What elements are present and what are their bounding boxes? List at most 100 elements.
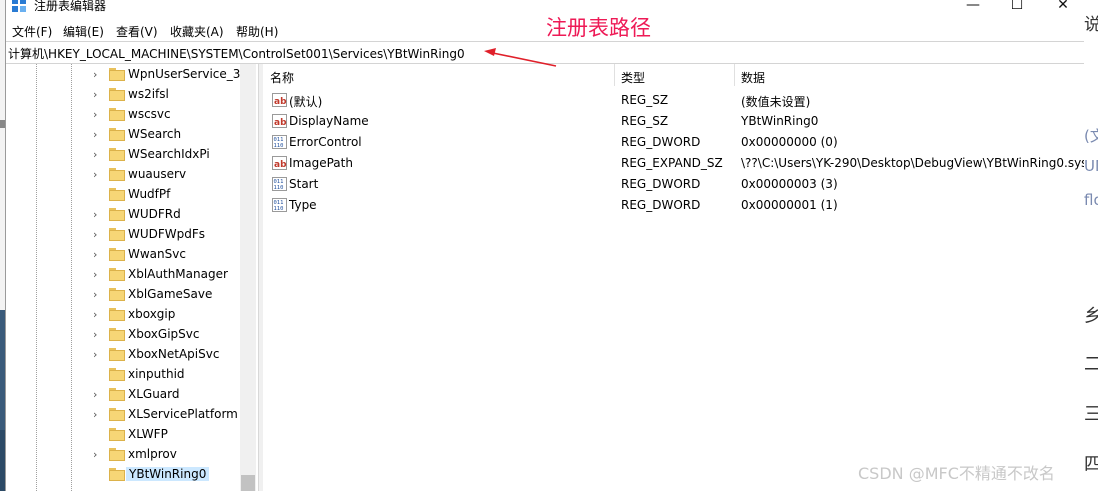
tree-item[interactable]: › XboxNetApiSvc bbox=[93, 345, 253, 365]
value-row[interactable]: 011 110 Type REG_DWORD 0x00000001 (1) bbox=[263, 195, 1084, 216]
svg-text:ab: ab bbox=[274, 118, 287, 128]
tree-item[interactable]: › WUDFWpdFs bbox=[93, 225, 253, 245]
path-annotation: 注册表路径 bbox=[546, 16, 651, 40]
folder-icon bbox=[109, 368, 125, 381]
value-row[interactable]: 011 110 Start REG_DWORD 0x00000003 (3) bbox=[263, 174, 1084, 195]
tree-item-label: WpnUserService_3f bbox=[128, 67, 245, 81]
expand-chevron-icon[interactable]: › bbox=[93, 449, 103, 461]
expand-chevron-icon[interactable]: › bbox=[93, 229, 103, 241]
column-header-name[interactable]: 名称 bbox=[270, 69, 294, 91]
window-title: 注册表编辑器 bbox=[34, 0, 107, 13]
expand-chevron-icon[interactable]: › bbox=[93, 89, 103, 101]
value-row[interactable]: 011 110 ErrorControl REG_DWORD 0x00000000 (0… bbox=[263, 132, 1084, 153]
value-type: REG_DWORD bbox=[621, 198, 701, 212]
tree-item[interactable]: › WUDFRd bbox=[93, 205, 253, 225]
tree-item[interactable]: › XblAuthManager bbox=[93, 265, 253, 285]
tree-item[interactable]: › XLServicePlatform bbox=[93, 405, 253, 425]
dword-value-icon: 011 110 bbox=[272, 198, 287, 212]
background-text: 三 bbox=[1084, 404, 1098, 425]
tree-scrollbar-thumb[interactable] bbox=[241, 475, 255, 491]
tree-item[interactable]: xinputhid bbox=[93, 365, 253, 385]
folder-icon bbox=[109, 308, 125, 321]
menu-view[interactable]: 查看(V) bbox=[116, 23, 158, 40]
tree-item[interactable]: › ws2ifsl bbox=[93, 85, 253, 105]
tree-scrollbar[interactable] bbox=[240, 64, 256, 491]
expand-chevron-icon[interactable]: › bbox=[93, 409, 103, 421]
expand-chevron-icon[interactable]: › bbox=[93, 349, 103, 361]
expand-chevron-icon[interactable]: › bbox=[93, 169, 103, 181]
expand-chevron-icon[interactable]: › bbox=[93, 209, 103, 221]
expand-chevron-icon[interactable]: › bbox=[93, 249, 103, 261]
value-type: REG_DWORD bbox=[621, 177, 701, 191]
tree-item[interactable]: › XboxGipSvc bbox=[93, 325, 253, 345]
dword-value-icon: 011 110 bbox=[272, 135, 287, 149]
annotation-arrow bbox=[484, 48, 557, 67]
tree-item-label: XblGameSave bbox=[128, 287, 213, 301]
expand-chevron-icon[interactable]: › bbox=[93, 389, 103, 401]
expand-chevron-icon[interactable]: › bbox=[93, 149, 103, 161]
menu-favorites[interactable]: 收藏夹(A) bbox=[170, 23, 224, 40]
address-path[interactable]: 计算机\HKEY_LOCAL_MACHINE\SYSTEM\ControlSet… bbox=[8, 45, 465, 62]
folder-icon bbox=[109, 208, 125, 221]
expand-chevron-icon[interactable]: › bbox=[93, 289, 103, 301]
tree-item[interactable]: › wscsvc bbox=[93, 105, 253, 125]
maximize-button[interactable]: ☐ bbox=[994, 0, 1040, 15]
svg-text:110: 110 bbox=[274, 206, 284, 212]
folder-icon bbox=[109, 148, 125, 161]
column-header-type[interactable]: 类型 bbox=[621, 69, 645, 91]
menu-file[interactable]: 文件(F) bbox=[12, 23, 52, 40]
folder-icon bbox=[109, 268, 125, 281]
dword-value-icon: 011 110 bbox=[272, 177, 287, 191]
value-data: 0x00000000 (0) bbox=[741, 135, 838, 149]
tree-item[interactable]: › XLGuard bbox=[93, 385, 253, 405]
value-name: DisplayName bbox=[289, 114, 369, 128]
tree-item[interactable]: WudfPf bbox=[93, 185, 253, 205]
svg-text:110: 110 bbox=[274, 185, 284, 191]
expand-chevron-icon[interactable]: › bbox=[93, 329, 103, 341]
expand-chevron-icon[interactable]: › bbox=[93, 129, 103, 141]
value-row[interactable]: ab ImagePath REG_EXPAND_SZ \??\C:\Users\YK-… bbox=[263, 153, 1088, 174]
tree-item[interactable]: › wuauserv bbox=[93, 165, 253, 185]
menu-edit[interactable]: 编辑(E) bbox=[63, 23, 104, 40]
tree-item[interactable]: › xboxgip bbox=[93, 305, 253, 325]
folder-icon bbox=[109, 228, 125, 241]
value-data: (数值未设置) bbox=[741, 95, 811, 109]
minimize-button[interactable]: — bbox=[950, 0, 996, 15]
tree-item[interactable]: › WSearchIdxPi bbox=[93, 145, 253, 165]
tree-item[interactable]: › XblGameSave bbox=[93, 285, 253, 305]
value-name: Start bbox=[289, 177, 319, 191]
column-header-data[interactable]: 数据 bbox=[741, 69, 765, 91]
background-page-edge: 说 (文 UM flo 乡 二 三 四 bbox=[1084, 0, 1098, 491]
tree-item[interactable]: › WwanSvc bbox=[93, 245, 253, 265]
expand-chevron-icon[interactable]: › bbox=[93, 69, 103, 81]
svg-text:110: 110 bbox=[274, 143, 284, 149]
tree-item[interactable]: › WpnUserService_3f bbox=[93, 65, 253, 85]
folder-icon bbox=[109, 108, 125, 121]
tree-item-label: XboxGipSvc bbox=[128, 327, 200, 341]
key-tree: › WpnUserService_3f › ws2ifsl › wscsvc › WSearc… bbox=[6, 64, 258, 491]
background-text: flo bbox=[1084, 191, 1098, 209]
menu-help[interactable]: 帮助(H) bbox=[236, 23, 278, 40]
folder-icon bbox=[109, 448, 125, 461]
tree-item-label: WwanSvc bbox=[128, 247, 186, 261]
expand-chevron-icon[interactable]: › bbox=[93, 269, 103, 281]
tree-item[interactable]: YBtWinRing0 bbox=[93, 465, 253, 485]
value-type: REG_EXPAND_SZ bbox=[621, 156, 723, 170]
title-bar: 注册表编辑器 — ☐ ✕ bbox=[6, 0, 1084, 20]
close-button[interactable]: ✕ bbox=[1040, 0, 1086, 15]
value-type: REG_DWORD bbox=[621, 135, 701, 149]
column-separator[interactable] bbox=[734, 64, 735, 86]
value-row[interactable]: ab DisplayName REG_SZ YBtWinRing0 bbox=[263, 111, 1084, 132]
value-data: 0x00000003 (3) bbox=[741, 177, 838, 191]
expand-chevron-icon[interactable]: › bbox=[93, 109, 103, 121]
expand-chevron-icon[interactable]: › bbox=[93, 309, 103, 321]
column-separator[interactable] bbox=[614, 64, 615, 86]
value-data: \??\C:\Users\YK-290\Desktop\DebugView\YB… bbox=[741, 156, 1088, 170]
tree-item[interactable]: › WSearch bbox=[93, 125, 253, 145]
value-row[interactable]: ab (默认) REG_SZ (数值未设置) bbox=[263, 90, 1084, 111]
tree-item[interactable]: › xmlprov bbox=[93, 445, 253, 465]
tree-item[interactable]: XLWFP bbox=[93, 425, 253, 445]
values-list: 名称 类型 数据 ab (默认) REG_SZ (数值未设置) ab DisplayNam… bbox=[263, 64, 1088, 491]
tree-item-label: xmlprov bbox=[128, 447, 177, 461]
folder-icon bbox=[109, 248, 125, 261]
